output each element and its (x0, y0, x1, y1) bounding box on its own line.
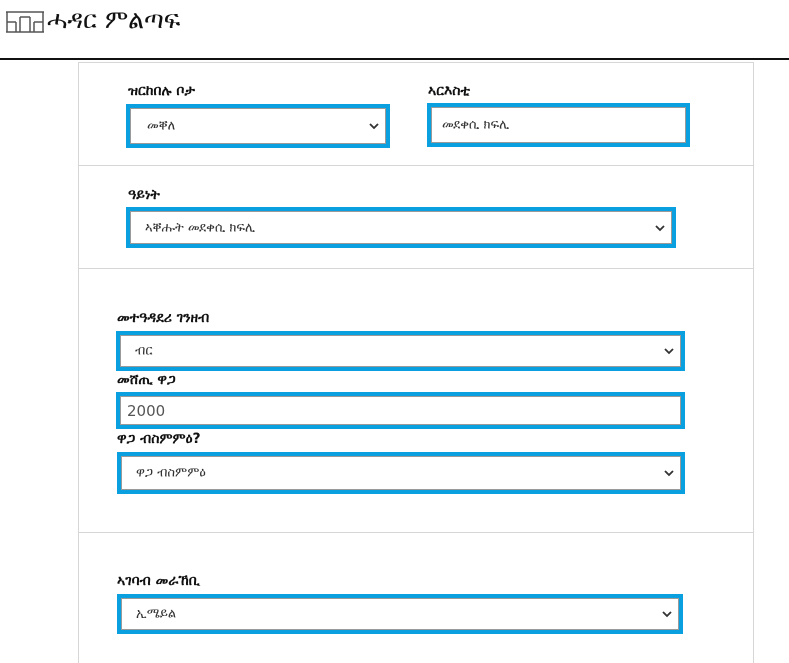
section-divider (78, 165, 753, 166)
page-header: ሓዳር ምልጣፍ (0, 0, 789, 60)
location-selected-value: መቐለ (147, 118, 176, 134)
chevron-down-icon (369, 123, 379, 130)
location-select[interactable]: መቐለ (126, 104, 390, 148)
chevron-down-icon (664, 470, 674, 477)
address-field[interactable]: መደቀሲ ክፍሊ (427, 103, 690, 147)
location-label: ዝርከበሉ ቦታ (128, 83, 195, 99)
site-title[interactable]: ሓዳር ምልጣፍ (47, 2, 180, 38)
address-value: መደቀሲ ክፍሊ (442, 117, 510, 133)
chevron-down-icon (662, 611, 672, 618)
currency-label: መተዓዳደሪ ገንዘብ (117, 310, 210, 326)
section-divider (78, 268, 753, 269)
contact-selected-value: ኢሜይል (136, 606, 177, 622)
type-select[interactable]: ኣቐሑት መደቀሲ ክፍሊ (126, 207, 676, 248)
price-value: 2000 (127, 401, 166, 420)
address-label: ኣርእስቲ (428, 83, 470, 99)
contact-label: ኣገባብ መራኸቢ (117, 573, 200, 589)
currency-selected-value: ብር (135, 343, 153, 359)
type-selected-value: ኣቐሑት መደቀሲ ክፍሊ (145, 220, 256, 235)
price-label: መሸጢ ዋጋ (117, 372, 176, 388)
negotiable-label: ዋጋ ብስምምዕ? (117, 431, 201, 447)
currency-select[interactable]: ብር (116, 331, 685, 371)
contact-method-select[interactable]: ኢሜይል (117, 594, 683, 634)
house-grid-logo-icon (6, 11, 44, 33)
type-label: ዓይነት (128, 187, 160, 203)
chevron-down-icon (655, 224, 665, 231)
negotiable-selected-value: ዋጋ ብስምምዕ (136, 465, 206, 481)
section-divider (78, 532, 753, 533)
chevron-down-icon (664, 348, 674, 355)
price-input[interactable]: 2000 (116, 392, 685, 429)
negotiable-select[interactable]: ዋጋ ብስምምዕ (117, 452, 685, 494)
